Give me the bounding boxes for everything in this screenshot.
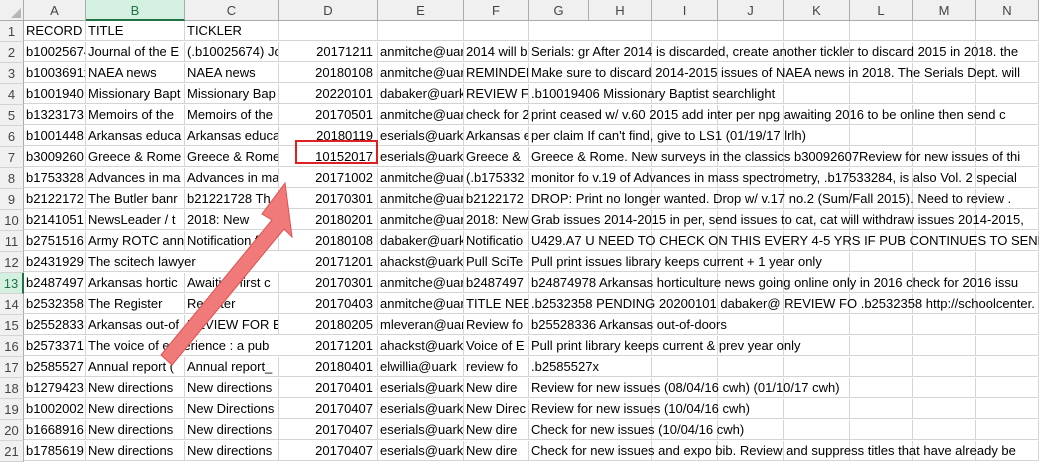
spreadsheet-grid: ABCDEFGHIJKLMN 1RECORD #TITLETICKLER2b10… [0,0,1039,462]
annotation-arrow-icon [160,181,293,366]
